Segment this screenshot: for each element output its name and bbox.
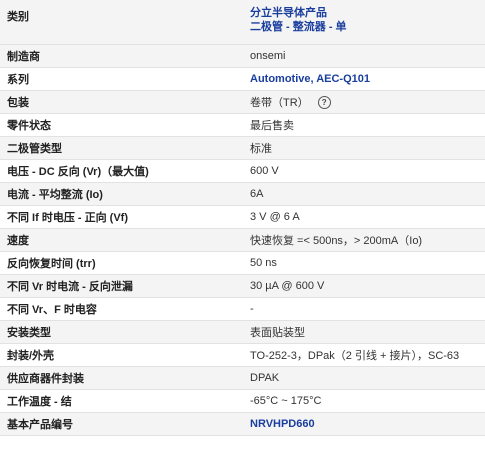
- attribute-row-mounting-type: 安装类型 表面贴装型: [0, 320, 485, 344]
- attribute-value: 600 V: [245, 159, 485, 183]
- attribute-value: 最后售卖: [245, 113, 485, 137]
- category-value: 分立半导体产品 二极管 - 整流器 - 单: [245, 0, 485, 45]
- attribute-label: 零件状态: [0, 113, 245, 137]
- attribute-value: 3 V @ 6 A: [245, 205, 485, 229]
- attribute-label: 安装类型: [0, 320, 245, 344]
- category-link-rectifiers[interactable]: 二极管 - 整流器 - 单: [250, 20, 485, 34]
- packaging-value: 卷带（TR）: [250, 96, 309, 109]
- attribute-row-supplier-package: 供应商器件封装 DPAK: [0, 366, 485, 390]
- attribute-row-current-avg-rectified: 电流 - 平均整流 (Io) 6A: [0, 182, 485, 206]
- attribute-label: 不同 If 时电压 - 正向 (Vf): [0, 205, 245, 229]
- attribute-value: TO-252-3，DPak（2 引线 + 接片），SC-63: [245, 343, 485, 367]
- attribute-label: 电流 - 平均整流 (Io): [0, 182, 245, 206]
- attribute-label: 工作温度 - 结: [0, 389, 245, 413]
- attribute-value: 快速恢复 =< 500ns，> 200mA（Io): [245, 228, 485, 252]
- product-attributes-table: 类别 分立半导体产品 二极管 - 整流器 - 单 制造商 onsemi 系列 A…: [0, 0, 485, 436]
- attribute-label: 类别: [0, 0, 245, 45]
- attribute-label: 系列: [0, 67, 245, 91]
- attribute-row-voltage-dc-reverse: 电压 - DC 反向 (Vr)（最大值) 600 V: [0, 159, 485, 183]
- attribute-row-manufacturer: 制造商 onsemi: [0, 44, 485, 68]
- attribute-row-reverse-recovery-time: 反向恢复时间 (trr) 50 ns: [0, 251, 485, 275]
- attribute-row-reverse-leakage: 不同 Vr 时电流 - 反向泄漏 30 µA @ 600 V: [0, 274, 485, 298]
- attribute-label: 不同 Vr 时电流 - 反向泄漏: [0, 274, 245, 298]
- category-link-discrete[interactable]: 分立半导体产品: [250, 6, 485, 20]
- attribute-label: 供应商器件封装: [0, 366, 245, 390]
- attribute-label: 包装: [0, 90, 245, 114]
- attribute-label: 制造商: [0, 44, 245, 68]
- attribute-row-packaging: 包装 卷带（TR）?: [0, 90, 485, 114]
- attribute-value: 50 ns: [245, 251, 485, 275]
- attribute-label: 电压 - DC 反向 (Vr)（最大值): [0, 159, 245, 183]
- attribute-row-package-case: 封装/外壳 TO-252-3，DPak（2 引线 + 接片），SC-63: [0, 343, 485, 367]
- attribute-value: 30 µA @ 600 V: [245, 274, 485, 298]
- attribute-row-forward-voltage: 不同 If 时电压 - 正向 (Vf) 3 V @ 6 A: [0, 205, 485, 229]
- attribute-label: 速度: [0, 228, 245, 252]
- attribute-label: 封装/外壳: [0, 343, 245, 367]
- attribute-row-series: 系列 Automotive, AEC-Q101: [0, 67, 485, 91]
- attribute-value: DPAK: [245, 366, 485, 390]
- attribute-row-operating-temp: 工作温度 - 结 -65°C ~ 175°C: [0, 389, 485, 413]
- attribute-value: onsemi: [245, 44, 485, 68]
- attribute-value: 卷带（TR）?: [245, 90, 485, 114]
- attribute-value: 表面贴装型: [245, 320, 485, 344]
- attribute-row-diode-type: 二极管类型 标准: [0, 136, 485, 160]
- attribute-value: -65°C ~ 175°C: [245, 389, 485, 413]
- attribute-row-capacitance: 不同 Vr、F 时电容 -: [0, 297, 485, 321]
- attribute-row-category: 类别 分立半导体产品 二极管 - 整流器 - 单: [0, 0, 485, 45]
- attribute-label: 基本产品编号: [0, 412, 245, 436]
- attribute-label: 反向恢复时间 (trr): [0, 251, 245, 275]
- attribute-row-base-product-number: 基本产品编号 NRVHPD660: [0, 412, 485, 436]
- attribute-value: 标准: [245, 136, 485, 160]
- series-link[interactable]: Automotive, AEC-Q101: [245, 67, 485, 91]
- attribute-label: 不同 Vr、F 时电容: [0, 297, 245, 321]
- attribute-row-part-status: 零件状态 最后售卖: [0, 113, 485, 137]
- question-circle-icon[interactable]: ?: [317, 96, 331, 110]
- attribute-row-speed: 速度 快速恢复 =< 500ns，> 200mA（Io): [0, 228, 485, 252]
- base-product-number-link[interactable]: NRVHPD660: [245, 412, 485, 436]
- attribute-value: -: [245, 297, 485, 321]
- attribute-label: 二极管类型: [0, 136, 245, 160]
- attribute-value: 6A: [245, 182, 485, 206]
